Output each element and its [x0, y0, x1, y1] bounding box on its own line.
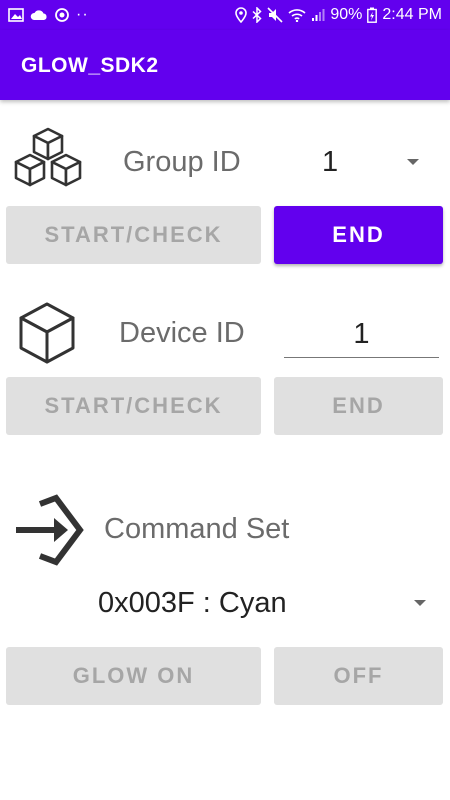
status-left-icons: ··: [8, 5, 89, 25]
bluetooth-icon: [252, 7, 262, 23]
group-id-label: Group ID: [123, 146, 241, 178]
cubes-icon: [10, 125, 86, 202]
app-title: GLOW_SDK2: [21, 54, 159, 77]
command-set-label: Command Set: [104, 513, 290, 545]
command-set-value: 0x003F : Cyan: [98, 587, 287, 619]
group-id-value: 1: [322, 146, 339, 178]
location-icon: [235, 7, 248, 23]
battery-percent: 90%: [330, 6, 363, 23]
group-start-check-button[interactable]: START/CHECK: [6, 206, 261, 264]
chevron-down-icon: [414, 600, 426, 606]
chevron-down-icon: [407, 159, 419, 165]
group-end-button[interactable]: END: [274, 206, 443, 264]
cube-icon: [15, 300, 79, 373]
battery-icon: [367, 7, 378, 23]
group-id-dropdown[interactable]: 1: [290, 140, 440, 188]
device-end-button[interactable]: END: [274, 377, 443, 435]
device-id-label: Device ID: [119, 317, 245, 349]
login-arrow-icon: [14, 494, 84, 571]
wifi-icon: [288, 8, 306, 22]
status-right-icons: 90% 2:44 PM: [235, 5, 442, 25]
status-time: 2:44 PM: [382, 6, 442, 23]
device-id-input[interactable]: [284, 312, 439, 358]
image-icon: [8, 8, 24, 22]
status-bar: ·· 90% 2:44 PM: [0, 0, 450, 30]
device-start-check-button[interactable]: START/CHECK: [6, 377, 261, 435]
off-button[interactable]: OFF: [274, 647, 443, 705]
sync-icon: [54, 7, 70, 23]
signal-icon: [311, 8, 325, 22]
command-set-dropdown[interactable]: 0x003F : Cyan: [10, 580, 440, 630]
cloud-icon: [30, 9, 48, 21]
more-dots-icon: ··: [76, 6, 89, 23]
glow-on-button[interactable]: GLOW ON: [6, 647, 261, 705]
mute-icon: [267, 7, 283, 23]
app-bar: GLOW_SDK2: [0, 30, 450, 100]
